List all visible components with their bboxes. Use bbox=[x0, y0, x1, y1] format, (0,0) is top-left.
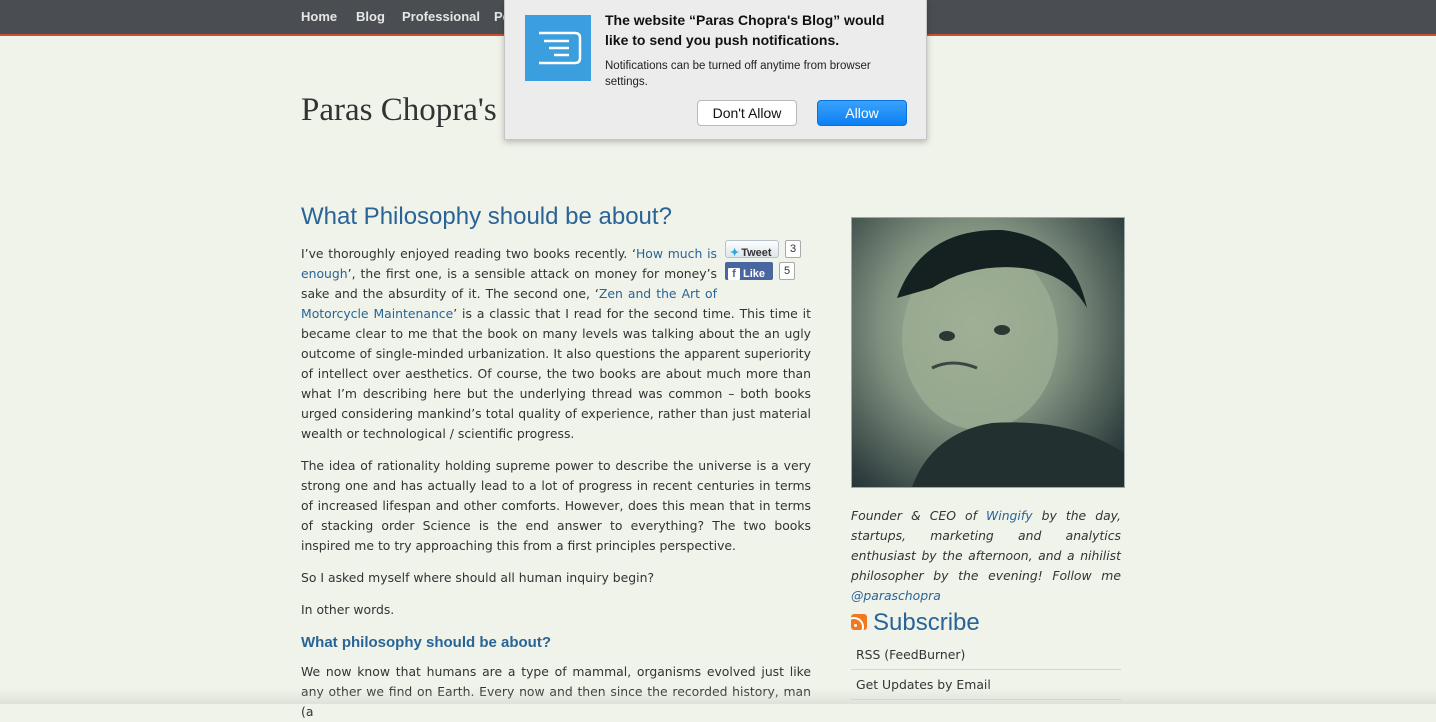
notification-title: The website “Paras Chopra's Blog” would … bbox=[605, 12, 885, 48]
rss-icon bbox=[851, 613, 867, 630]
post-paragraph-3: So I asked myself where should all human… bbox=[301, 570, 655, 585]
post-paragraph-4: In other words. bbox=[301, 602, 395, 617]
push-notification-dialog: The website “Paras Chopra's Blog” would … bbox=[504, 0, 927, 140]
facebook-icon: f bbox=[728, 268, 740, 280]
subscribe-heading: Subscribe bbox=[851, 609, 980, 637]
like-count: 5 bbox=[779, 262, 796, 280]
post-paragraph-2: The idea of rationality holding supreme … bbox=[301, 458, 811, 553]
dont-allow-button[interactable]: Don't Allow bbox=[697, 100, 797, 126]
share-buttons: ✦ Tweet 3 f Like 5 bbox=[725, 240, 811, 292]
author-photo-illustration bbox=[897, 229, 1124, 487]
link-twitter-handle[interactable]: @paraschopra bbox=[851, 588, 941, 603]
site-notification-icon bbox=[525, 15, 591, 81]
post-title[interactable]: What Philosophy should be about? bbox=[301, 203, 672, 231]
nav-item-blog[interactable]: Blog bbox=[356, 9, 385, 24]
subscribe-rss-link[interactable]: RSS (FeedBurner) bbox=[851, 641, 1121, 670]
tweet-count: 3 bbox=[785, 240, 802, 258]
allow-button[interactable]: Allow bbox=[817, 100, 907, 126]
bottom-fade bbox=[0, 688, 1436, 704]
nav-item-professional[interactable]: Professional bbox=[402, 9, 480, 24]
link-wingify[interactable]: Wingify bbox=[986, 508, 1033, 523]
notification-body: Notifications can be turned off anytime … bbox=[605, 60, 871, 88]
tweet-button[interactable]: ✦ Tweet bbox=[725, 240, 779, 259]
site-title[interactable]: Paras Chopra's bbox=[301, 92, 497, 129]
post-paragraph-1: ✦ Tweet 3 f Like 5 I’ve thoroughly enjoyed… bbox=[301, 240, 811, 444]
facebook-like-button[interactable]: f Like bbox=[725, 262, 773, 280]
author-photo bbox=[851, 217, 1125, 488]
author-bio: Founder & CEO of Wingify by the day, sta… bbox=[851, 508, 1121, 603]
nav-item-home[interactable]: Home bbox=[301, 9, 337, 24]
post-subheading: What philosophy should be about? bbox=[301, 634, 551, 651]
twitter-bird-icon: ✦ bbox=[730, 247, 740, 259]
